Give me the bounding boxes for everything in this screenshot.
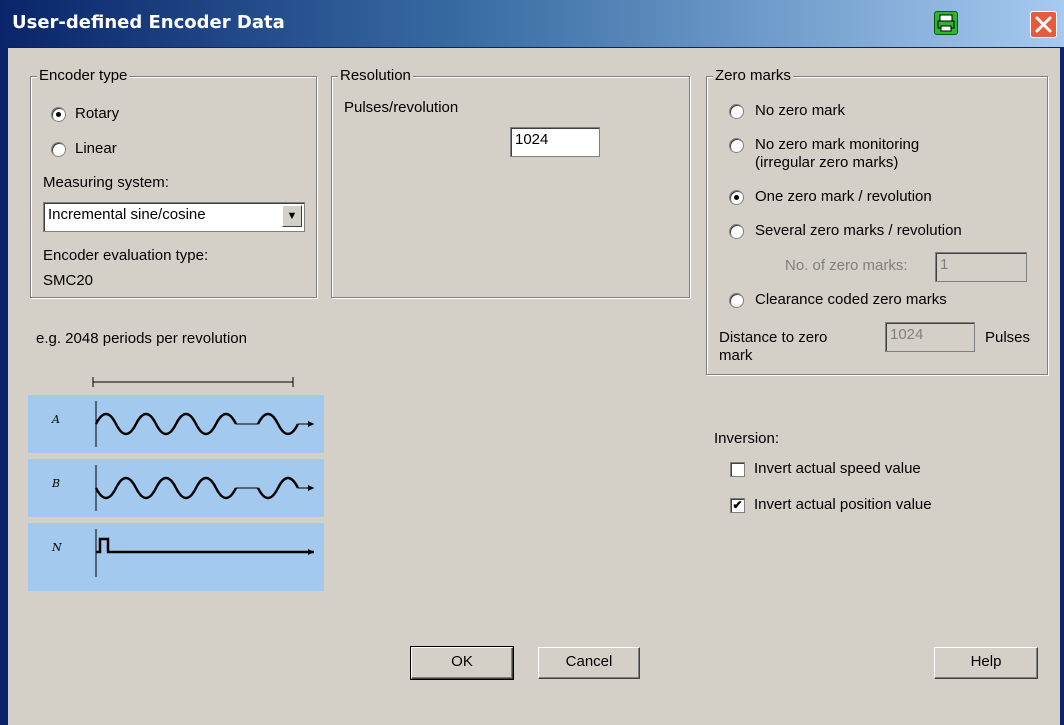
checkbox-invert-position-label: Invert actual position value <box>754 496 932 513</box>
help-label: Help <box>970 653 1002 670</box>
cancel-label: Cancel <box>565 653 613 670</box>
signal-n-row: N <box>28 523 324 591</box>
radio-several-zero-marks-label: Several zero marks / revolution <box>755 222 962 239</box>
distance-value: 1024 <box>890 326 924 343</box>
signal-b-row: B <box>28 459 324 517</box>
measuring-system-value: Incremental sine/cosine <box>48 206 206 223</box>
evaluation-type-label: Encoder evaluation type: <box>43 247 209 264</box>
checkbox-invert-position[interactable]: ✔ <box>730 498 745 513</box>
radio-no-zero-mark[interactable] <box>729 104 744 119</box>
window-title: User-defined Encoder Data <box>12 12 285 33</box>
radio-clearance-coded[interactable] <box>729 293 744 308</box>
radio-rotary-label: Rotary <box>75 105 120 122</box>
distance-label-line2: mark <box>719 347 753 364</box>
cancel-button[interactable]: Cancel <box>538 647 640 679</box>
pulses-label: Pulses/revolution <box>344 99 459 116</box>
pulse-wave-n-icon <box>95 529 314 577</box>
radio-several-zero-marks[interactable] <box>729 224 744 239</box>
printer-icon[interactable] <box>934 11 958 35</box>
resolution-group: Resolution Pulses/revolution 1024 <box>331 67 690 298</box>
checkbox-invert-speed-label: Invert actual speed value <box>754 460 921 477</box>
radio-no-zero-mark-label: No zero mark <box>755 102 846 119</box>
radio-linear[interactable] <box>51 142 66 157</box>
zero-marks-group: Zero marks No zero mark No zero mark mon… <box>706 67 1048 375</box>
help-button[interactable]: Help <box>934 647 1038 679</box>
inversion-title: Inversion: <box>714 430 780 447</box>
title-bar: User-defined Encoder Data <box>0 0 1064 47</box>
radio-no-zero-mark-monitoring[interactable] <box>729 138 744 153</box>
period-measure-line <box>92 377 294 387</box>
radio-clearance-coded-label: Clearance coded zero marks <box>755 291 947 308</box>
radio-no-zero-mark-monitoring-label: No zero mark monitoring <box>755 136 920 153</box>
signal-a-label: A <box>52 413 60 426</box>
zero-mark-count-input[interactable]: 1 <box>935 252 1027 282</box>
pulses-value: 1024 <box>515 131 549 148</box>
encoder-type-group: Encoder type Rotary Linear Measuring sys… <box>30 67 317 298</box>
radio-one-zero-mark-label: One zero mark / revolution <box>755 188 932 205</box>
diagram-caption: e.g. 2048 periods per revolution <box>36 330 247 347</box>
dialog-window: User-defined Encoder Data Encoder type R… <box>0 0 1064 725</box>
chevron-down-icon[interactable]: ▼ <box>282 205 302 227</box>
evaluation-type-value: SMC20 <box>43 272 94 289</box>
zero-mark-count-label: No. of zero marks: <box>785 257 908 274</box>
signal-a-row: A <box>28 395 324 453</box>
distance-label: Distance to zero <box>719 329 828 346</box>
sine-wave-a-icon <box>94 401 314 447</box>
measuring-system-select[interactable]: Incremental sine/cosine ▼ <box>43 202 305 232</box>
ok-label: OK <box>451 653 473 670</box>
dialog-body: Encoder type Rotary Linear Measuring sys… <box>8 48 1060 725</box>
zero-marks-title: Zero marks <box>713 67 793 84</box>
resolution-title: Resolution <box>338 67 413 84</box>
distance-input[interactable]: 1024 <box>885 322 975 352</box>
pulses-input[interactable]: 1024 <box>510 127 600 157</box>
close-icon[interactable] <box>1030 11 1057 38</box>
signal-n-label: N <box>52 541 62 554</box>
encoder-type-title: Encoder type <box>37 67 130 84</box>
measuring-system-label: Measuring system: <box>43 174 169 191</box>
distance-unit-label: Pulses <box>985 329 1031 346</box>
radio-one-zero-mark[interactable] <box>729 190 744 205</box>
radio-linear-label: Linear <box>75 140 117 157</box>
ok-button[interactable]: OK <box>410 646 514 680</box>
cosine-wave-b-icon <box>94 465 314 511</box>
checkbox-invert-speed[interactable] <box>730 462 745 477</box>
radio-rotary[interactable] <box>51 107 66 122</box>
zero-mark-count-value: 1 <box>940 256 949 273</box>
signal-b-label: B <box>52 477 61 490</box>
radio-no-zero-mark-monitoring-label2: (irregular zero marks) <box>755 154 899 171</box>
